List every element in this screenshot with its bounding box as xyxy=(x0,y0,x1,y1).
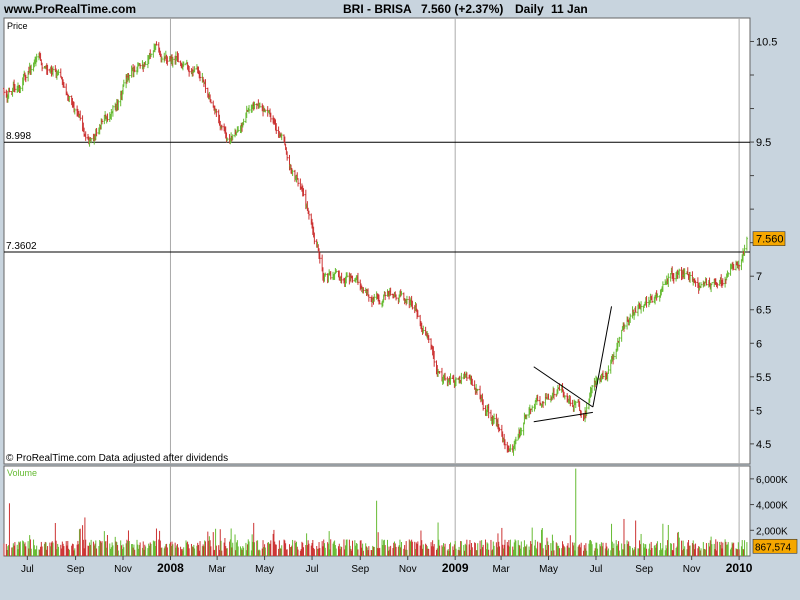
x-tick-label: 2010 xyxy=(726,561,753,575)
x-tick-label: Nov xyxy=(114,564,132,575)
x-tick-label: Nov xyxy=(399,564,417,575)
x-tick-label: 2008 xyxy=(157,561,184,575)
x-tick-label: May xyxy=(539,564,558,575)
last-price-label: 7.560 xyxy=(756,234,784,246)
x-tick-label: May xyxy=(255,564,274,575)
price-volume-chart: 8.998 7.3602 Jul Sep Nov 2008 Mar May Jul Sep Nov… xyxy=(3,17,798,575)
y-tick-label: 6 xyxy=(756,338,762,350)
y-tick-label: 6.5 xyxy=(756,305,771,317)
x-tick-label: Mar xyxy=(209,564,227,575)
y-tick-label: 7 xyxy=(756,271,762,283)
price-panel xyxy=(3,17,751,465)
footer-note: © ProRealTime.com Data adjusted after di… xyxy=(6,453,228,464)
volume-panel-label: Volume xyxy=(7,468,37,478)
volume-y-tick-label: 6,000K xyxy=(756,475,788,486)
x-tick-label: Sep xyxy=(67,564,85,575)
last-volume-label: 867,574 xyxy=(755,542,792,553)
y-tick-label: 5 xyxy=(756,405,762,417)
x-tick-label: 2009 xyxy=(442,561,469,575)
volume-y-tick-label: 4,000K xyxy=(756,501,788,512)
level-label: 8.998 xyxy=(6,131,31,142)
level-label: 7.3602 xyxy=(6,241,37,252)
x-tick-label: Jul xyxy=(21,564,34,575)
y-tick-label: 10.5 xyxy=(756,36,777,48)
x-tick-label: Sep xyxy=(351,564,369,575)
x-tick-label: Mar xyxy=(492,564,510,575)
y-tick-label: 5.5 xyxy=(756,372,771,384)
y-tick-label: 9.5 xyxy=(756,137,771,149)
volume-y-tick-label: 2,000K xyxy=(756,526,788,537)
x-tick-label: Nov xyxy=(683,564,701,575)
price-panel-label: Price xyxy=(7,21,28,31)
x-tick-label: Jul xyxy=(590,564,603,575)
y-tick-label: 4.5 xyxy=(756,439,771,451)
x-tick-label: Sep xyxy=(635,564,653,575)
x-tick-label: Jul xyxy=(306,564,319,575)
